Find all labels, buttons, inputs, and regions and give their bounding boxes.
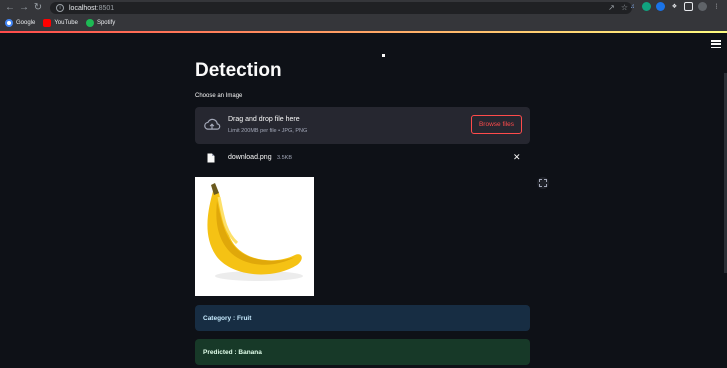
bookmarks-bar: Google YouTube Spotify [0, 16, 727, 29]
decoration-bar [0, 31, 727, 33]
hamburger-menu-icon[interactable] [711, 40, 721, 48]
extensions: ♫ ❖ ⋮ [628, 2, 721, 11]
youtube-icon [43, 18, 52, 27]
category-alert: Category : Fruit [195, 305, 530, 331]
extension-blue-icon[interactable] [656, 2, 665, 11]
upload-cloud-icon [204, 118, 221, 130]
spotify-icon [85, 18, 94, 27]
info-icon[interactable]: i [56, 4, 64, 12]
dropzone-limit: Limit 200MB per file • JPG, PNG [228, 128, 308, 134]
file-icon [207, 153, 215, 163]
fullscreen-icon[interactable] [537, 177, 549, 189]
bookmark-label: Spotify [96, 19, 116, 26]
page-title: Detection [195, 60, 282, 81]
extension-green-icon[interactable] [642, 2, 651, 11]
bookmark-label: YouTube [54, 19, 78, 26]
bookmark-youtube[interactable]: YouTube [43, 18, 78, 27]
predicted-text: Predicted : Banana [203, 348, 262, 356]
category-text: Category : Fruit [203, 314, 252, 322]
browse-files-button[interactable]: Browse files [471, 115, 522, 134]
browser-chrome: ← → ↻ i localhost:8501 ↗ ☆ ♫ ❖ ⋮ Google … [0, 0, 727, 32]
bookmark-google[interactable]: Google [5, 18, 36, 27]
file-name: download.png [228, 154, 272, 161]
file-size: 3.5KB [277, 155, 292, 161]
audio-icon[interactable]: ♫ [628, 2, 637, 11]
running-indicator [382, 54, 385, 57]
share-icon[interactable]: ↗ [608, 3, 615, 12]
bookmark-label: Google [16, 19, 36, 26]
url-host: localhost [69, 4, 97, 12]
url-port: :8501 [96, 4, 115, 12]
menu-icon[interactable]: ⋮ [712, 2, 721, 11]
star-icon[interactable]: ☆ [621, 3, 628, 12]
google-icon [5, 18, 13, 27]
address-bar[interactable]: i localhost:8501 ↗ ☆ [50, 2, 632, 14]
forward-icon[interactable]: → [17, 1, 31, 15]
bookmark-spotify[interactable]: Spotify [85, 18, 116, 27]
sidepanel-icon[interactable] [684, 2, 693, 11]
reload-icon[interactable]: ↻ [31, 1, 45, 15]
avatar[interactable] [698, 2, 707, 11]
uploader-label: Choose an Image [195, 93, 243, 99]
prediction-alert: Predicted : Banana [195, 339, 530, 365]
uploaded-file: download.png 3.5KB ✕ [195, 150, 530, 166]
dropzone-title: Drag and drop file here [228, 116, 300, 123]
close-icon[interactable]: ✕ [513, 152, 521, 163]
uploaded-image [195, 177, 314, 296]
puzzle-icon[interactable]: ❖ [670, 2, 679, 11]
back-icon[interactable]: ← [3, 1, 17, 15]
banana-image [207, 183, 303, 281]
file-dropzone[interactable]: Drag and drop file here Limit 200MB per … [195, 107, 530, 144]
